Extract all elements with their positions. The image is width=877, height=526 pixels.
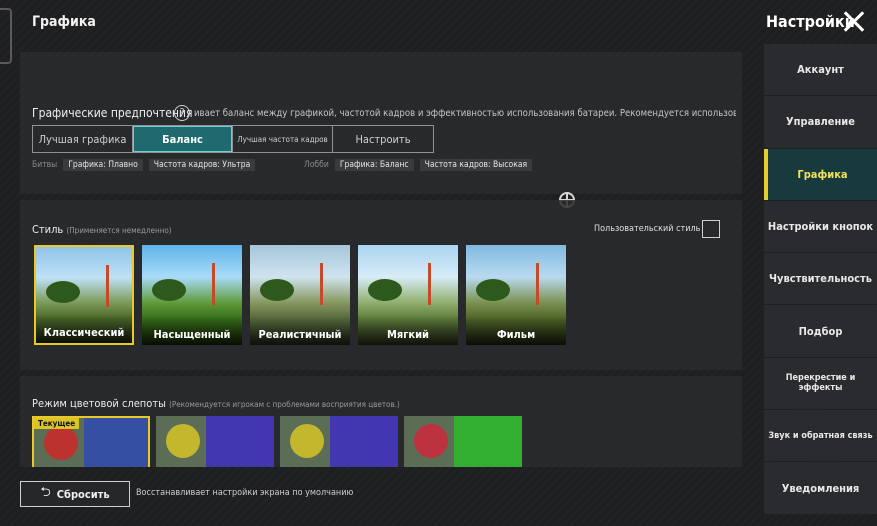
- custom-style-label: Пользовательский стиль: [594, 224, 701, 234]
- style-option-soft[interactable]: Мягкий: [358, 245, 458, 345]
- sidebar-item-controls[interactable]: Управление: [764, 96, 877, 148]
- tower-shape: [536, 263, 539, 305]
- map-zone: [414, 424, 448, 458]
- style-option-classic[interactable]: Классический: [34, 245, 134, 345]
- sidebar-item-matchmaking[interactable]: Подбор: [764, 305, 877, 357]
- preset-best-framerate[interactable]: Лучшая частота кадров: [233, 126, 333, 152]
- style-title-text: Стиль: [32, 223, 64, 236]
- page-title: Графика: [32, 14, 96, 30]
- reset-button[interactable]: ⮌ Сбросить: [20, 481, 130, 507]
- color-blind-subtitle: (Рекомендуется игрокам с проблемами восп…: [169, 400, 400, 409]
- current-badge: Текущее: [34, 418, 80, 429]
- tower-shape: [428, 263, 431, 305]
- style-option-realistic[interactable]: Реалистичный: [250, 245, 350, 345]
- preset-best-graphics[interactable]: Лучшая графика: [33, 126, 133, 152]
- battles-label: Битвы: [32, 160, 58, 170]
- top-bar: Графика Настройки: [0, 0, 877, 64]
- map-zone: [166, 424, 200, 458]
- tree-shape: [46, 281, 80, 303]
- style-options: Классический Насыщенный Реалистичный Мяг…: [34, 245, 566, 345]
- color-blind-section: Режим цветовой слепоты (Рекомендуется иг…: [20, 376, 742, 467]
- graphics-settings-panel: Графические предпочтения ? ивает баланс …: [20, 52, 742, 467]
- tree-shape: [368, 279, 402, 301]
- style-option-label: Классический: [43, 326, 125, 339]
- reset-icon: ⮌: [40, 485, 51, 500]
- settings-sidebar: Аккаунт Управление Графика Настройки кно…: [764, 44, 877, 526]
- bottom-bar: ⮌ Сбросить Восстанавливает настройки экр…: [0, 470, 760, 526]
- style-section: Стиль (Применяется немедленно) Пользоват…: [20, 200, 742, 370]
- tree-shape: [476, 279, 510, 301]
- sidebar-item-sensitivity[interactable]: Чувствительность: [764, 253, 877, 305]
- sidebar-item-sound-feedback[interactable]: Звук и обратная связь: [764, 410, 877, 462]
- color-blind-option-2[interactable]: [156, 416, 274, 467]
- map-zone: [44, 426, 78, 460]
- style-option-label: Реалистичный: [258, 328, 342, 341]
- style-option-label: Фильм: [496, 328, 536, 341]
- preset-custom[interactable]: Настроить: [333, 126, 433, 152]
- style-option-film[interactable]: Фильм: [466, 245, 566, 345]
- graphics-preset-selector: Лучшая графика Баланс Лучшая частота кад…: [32, 125, 434, 153]
- battles-framerate-tag: Частота кадров: Ультра: [148, 159, 256, 171]
- sidebar-item-notifications[interactable]: Уведомления: [764, 462, 877, 514]
- lobby-graphics-tag: Графика: Баланс: [334, 159, 414, 171]
- tower-shape: [320, 263, 323, 305]
- lobby-framerate-tag: Частота кадров: Высокая: [419, 159, 533, 171]
- sidebar-item-account[interactable]: Аккаунт: [764, 44, 877, 96]
- battles-graphics-tag: Графика: Плавно: [63, 159, 143, 171]
- lobby-label: Лобби: [304, 160, 329, 170]
- map-zone: [206, 416, 274, 467]
- color-blind-option-default[interactable]: Текущее: [32, 416, 150, 467]
- color-blind-options: Текущее: [32, 416, 522, 467]
- style-title: Стиль (Применяется немедленно): [32, 223, 172, 236]
- style-option-label: Насыщенный: [153, 328, 231, 341]
- preferences-description: ивает баланс между графикой, частотой ка…: [194, 108, 736, 119]
- preset-balance[interactable]: Баланс: [133, 126, 233, 152]
- map-zone: [330, 416, 398, 467]
- sidebar-item-crosshair-effects[interactable]: Перекрестие и эффекты: [764, 357, 877, 410]
- color-blind-option-3[interactable]: [280, 416, 398, 467]
- style-subtitle: (Применяется немедленно): [66, 226, 172, 235]
- help-icon[interactable]: ?: [174, 105, 190, 121]
- tree-shape: [260, 279, 294, 301]
- sidebar-item-button-settings[interactable]: Настройки кнопок: [764, 200, 877, 253]
- preferences-label: Графические предпочтения: [32, 106, 193, 120]
- map-zone: [454, 416, 522, 467]
- reset-label: Сбросить: [56, 487, 110, 501]
- color-blind-option-4[interactable]: [404, 416, 522, 467]
- tower-shape: [106, 265, 109, 307]
- lobby-info: Лобби Графика: Баланс Частота кадров: Вы…: [304, 158, 533, 172]
- graphics-preferences-section: Графические предпочтения ? ивает баланс …: [20, 52, 742, 208]
- style-option-label: Мягкий: [387, 328, 429, 341]
- map-zone: [290, 424, 324, 458]
- map-zone: [84, 418, 148, 467]
- tree-shape: [152, 279, 186, 301]
- reset-description: Восстанавливает настройки экрана по умол…: [136, 488, 354, 498]
- tower-shape: [212, 263, 215, 305]
- side-handle[interactable]: [0, 8, 12, 64]
- color-blind-title-text: Режим цветовой слепоты: [32, 397, 166, 410]
- close-icon[interactable]: [842, 9, 866, 33]
- custom-style-checkbox[interactable]: [702, 220, 720, 238]
- sidebar-item-graphics[interactable]: Графика: [764, 148, 877, 200]
- color-blind-title: Режим цветовой слепоты (Рекомендуется иг…: [32, 397, 400, 410]
- battles-info: Битвы Графика: Плавно Частота кадров: Ул…: [32, 158, 256, 172]
- style-option-saturated[interactable]: Насыщенный: [142, 245, 242, 345]
